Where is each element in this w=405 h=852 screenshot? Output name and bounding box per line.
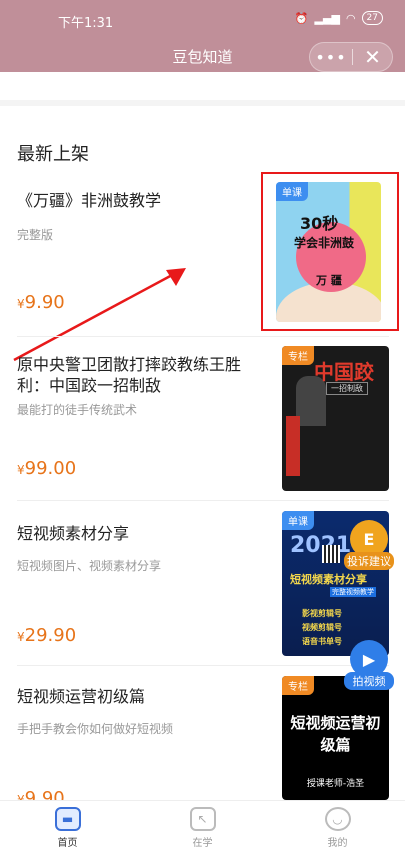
complain-label: 投诉建议: [344, 552, 394, 570]
item-badge: 专栏: [282, 676, 314, 695]
item-cover: 短视频运营初级篇 授课老师-浩圣 专栏: [282, 676, 389, 800]
item-divider: [17, 665, 389, 666]
record-video-label: 拍视频: [344, 672, 394, 690]
list-item[interactable]: 原中央警卫团散打摔跤教练王胜利：中国跤一招制敌 最能打的徒手传统武术 ¥99.0…: [17, 338, 389, 495]
tab-learning[interactable]: ↖ 在学: [135, 801, 270, 852]
learning-icon: ↖: [189, 807, 216, 831]
tab-home[interactable]: ▬ 首页: [0, 801, 135, 852]
tab-bar: ▬ 首页 ↖ 在学 ◡ 我的: [0, 800, 405, 852]
status-time: 下午1:31: [58, 16, 114, 31]
cover-text: 语音书单号: [302, 637, 342, 646]
battery-icon: 27: [361, 11, 383, 25]
item-title: 短视频素材分享: [17, 524, 130, 543]
home-icon: ▬: [54, 807, 81, 831]
cover-text: 短视频素材分享: [290, 573, 367, 586]
tab-label: 在学: [192, 838, 213, 849]
top-bar: 下午1:31 ⏰ ▂▄▆ ◠ 27 豆包知道 ••• ✕: [0, 0, 405, 72]
record-video-button[interactable]: ▶ 拍视频: [344, 640, 394, 690]
profile-icon: ◡: [324, 807, 351, 831]
item-badge: 专栏: [282, 346, 314, 365]
signal-icon: ▂▄▆: [314, 11, 340, 25]
item-cover: 中国跤 一招制敌 专栏: [282, 346, 389, 491]
wifi-icon: ◠: [345, 11, 356, 25]
list-item[interactable]: 短视频素材分享 短视频图片、视频素材分享 ¥29.90 2021 短视频素材分享…: [17, 503, 389, 660]
cover-shape: [286, 416, 300, 476]
cover-text: 视频剪辑号: [302, 623, 342, 632]
tab-label: 我的: [327, 838, 348, 849]
item-divider: [17, 336, 389, 337]
tab-label: 首页: [57, 838, 78, 849]
section-divider: [0, 100, 405, 106]
item-price: ¥29.90: [17, 625, 77, 646]
cover-text: 影视剪辑号: [302, 609, 342, 618]
item-badge: 单课: [282, 511, 314, 530]
cover-text: 授课老师-浩圣: [306, 779, 365, 789]
cover-text: 中国跤: [314, 360, 374, 384]
highlight-box: [261, 172, 399, 331]
item-desc: 短视频图片、视频素材分享: [17, 559, 162, 573]
cover-rows: 影视剪辑号 视频剪辑号 语音书单号: [302, 607, 342, 649]
item-title: 原中央警卫团散打摔跤教练王胜利：中国跤一招制敌: [17, 355, 242, 395]
cover-text: 一招制敌: [326, 382, 368, 395]
item-price: ¥99.00: [17, 458, 77, 479]
mini-program-capsule: ••• ✕: [309, 42, 393, 72]
cover-text: 完整视频教学: [330, 587, 376, 597]
item-desc: 手把手教会你如何做好短视频: [17, 722, 174, 736]
complain-button[interactable]: E 投诉建议: [344, 520, 394, 570]
section-title: 最新上架: [17, 144, 89, 165]
alarm-icon: ⏰: [294, 11, 309, 25]
tab-mine[interactable]: ◡ 我的: [270, 801, 405, 852]
more-button[interactable]: •••: [310, 48, 352, 67]
item-title: 短视频运营初级篇: [17, 687, 146, 706]
cover-text: 短视频运营初级篇: [290, 714, 381, 754]
cover-text: 2021: [290, 533, 352, 558]
close-button[interactable]: ✕: [353, 47, 392, 67]
item-divider: [17, 500, 389, 501]
item-title: 《万疆》非洲鼓教学: [17, 191, 162, 210]
status-bar: 下午1:31 ⏰ ▂▄▆ ◠ 27: [0, 0, 405, 38]
qr-icon: [322, 545, 340, 563]
status-icons: ⏰ ▂▄▆ ◠ 27: [295, 11, 383, 25]
item-desc: 完整版: [17, 228, 54, 242]
item-desc: 最能打的徒手传统武术: [17, 403, 138, 417]
